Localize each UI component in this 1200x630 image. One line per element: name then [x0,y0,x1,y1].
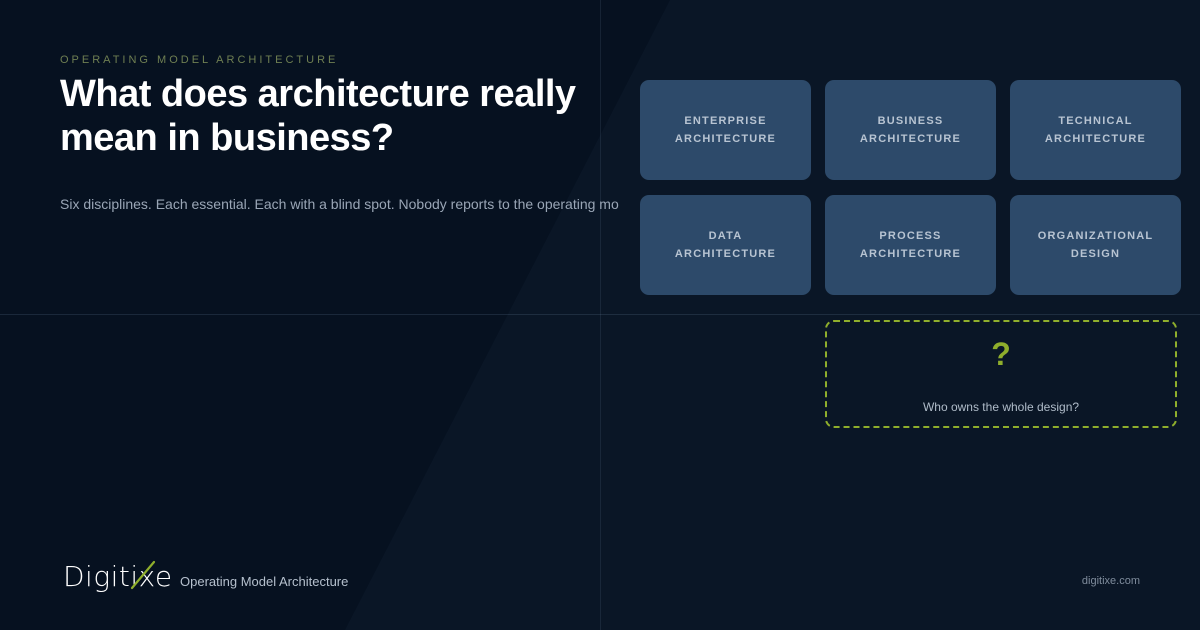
tile-enterprise-architecture: ENTERPRISE ARCHITECTURE [640,80,811,180]
question-text: Who owns the whole design? [922,400,1080,414]
footer-label: Operating Model Architecture [180,574,349,589]
tile-process-architecture: PROCESS ARCHITECTURE [825,195,996,295]
tile-data-architecture: DATA ARCHITECTURE [640,195,811,295]
eyebrow: OPERATING MODEL ARCHITECTURE [60,54,339,66]
subtitle: Six disciplines. Each essential. Each wi… [60,196,619,212]
question-box: ? Who owns the whole design? [825,320,1177,428]
tile-business-architecture: BUSINESS ARCHITECTURE [825,80,996,180]
tile-label: BUSINESS ARCHITECTURE [859,115,962,145]
vertical-divider [600,0,601,630]
tile-label: TECHNICAL ARCHITECTURE [1044,115,1147,145]
tile-label: ORGANIZATIONAL DESIGN [1037,230,1154,260]
footer-url[interactable]: digitixe.com [1082,575,1140,587]
tile-label: ENTERPRISE ARCHITECTURE [674,115,777,145]
logo-x-icon [130,560,156,590]
question-mark-icon: ? [991,336,1011,372]
tile-label: DATA ARCHITECTURE [674,230,777,260]
tile-technical-architecture: TECHNICAL ARCHITECTURE [1010,80,1181,180]
page-title: What does architecture really mean in bu… [60,73,576,159]
tile-label: PROCESS ARCHITECTURE [859,230,962,260]
horizontal-divider [0,314,1200,315]
tile-organizational-design: ORGANIZATIONAL DESIGN [1010,195,1181,295]
